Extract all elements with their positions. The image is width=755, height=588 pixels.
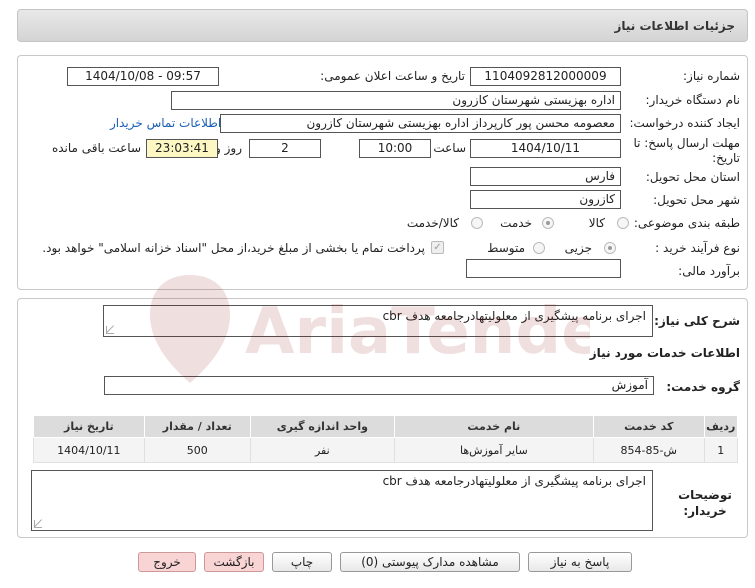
col-header-unit: واحد اندازه گیری [249,415,395,438]
table-header-row: ردیف کد خدمت نام خدمت واحد اندازه گیری ت… [33,415,739,438]
treasury-payment-note: پرداخت تمام یا بخشی از مبلغ خرید،از محل … [42,241,425,255]
resize-grip-icon[interactable] [106,326,114,334]
cell-row-number: 1 [703,437,739,463]
description-text: اجرای برنامه پیشگیری از معلولیتهادرجامعه… [382,309,646,323]
buyer-org-label: نام دستگاه خریدار: [645,93,741,107]
treasury-payment-checkbox[interactable]: ✓ [431,241,444,254]
category-radio-goods[interactable] [617,217,629,229]
service-group-field[interactable]: آموزش [104,376,654,395]
remaining-time-label: ساعت باقی مانده [51,141,141,155]
col-header-service-name: نام خدمت [393,415,594,438]
buyer-notes-label-text: توضیحات خریدار: [678,488,732,518]
cell-quantity: 500 [143,437,251,463]
financial-estimate-field[interactable] [466,259,621,278]
services-table: ردیف کد خدمت نام خدمت واحد اندازه گیری ت… [33,415,739,463]
financial-estimate-label: برآورد مالی: [678,264,740,278]
cell-need-date: 1404/10/11 [33,437,145,463]
view-attachments-button[interactable]: مشاهده مدارک پیوستی (0) [340,552,520,572]
description-label: شرح کلی نیاز: [654,314,740,328]
category-label: طبقه بندی موضوعی: [633,216,740,230]
process-radio-minor[interactable] [604,242,616,254]
services-section-title: اطلاعات خدمات مورد نیاز [589,346,740,360]
category-radio-goods-service[interactable] [471,217,483,229]
process-label: نوع فرآیند خرید : [655,241,740,255]
need-number-label: شماره نیاز: [683,69,740,83]
city-field[interactable]: کازرون [470,190,621,209]
process-option-medium: متوسط [487,241,525,255]
category-radio-service[interactable] [542,217,554,229]
resize-grip-icon[interactable] [34,520,42,528]
deadline-time-label: ساعت [433,141,466,155]
col-header-need-date: تاریخ نیاز [33,415,145,438]
remaining-time-field: 23:03:41 [146,139,218,158]
col-header-row-number: ردیف [703,415,739,438]
page-header: جزئیات اطلاعات نیاز [17,9,748,42]
cell-unit: نفر [249,437,395,463]
deadline-time-field[interactable]: 10:00 [359,139,431,158]
process-radio-medium[interactable] [533,242,545,254]
print-button[interactable]: چاپ [272,552,332,572]
page-title: جزئیات اطلاعات نیاز [614,19,735,33]
city-label: شهر محل تحویل: [653,193,740,207]
province-label: استان محل تحویل: [645,170,740,184]
creator-field[interactable]: معصومه محسن پور کارپرداز اداره بهزیستی ش… [220,114,621,133]
need-number-field[interactable]: 1104092812000009 [470,67,621,86]
deadline-label: مهلت ارسال پاسخ: تا تاریخ: [630,136,740,166]
category-option-service: خدمت [500,216,532,230]
province-field[interactable]: فارس [470,167,621,186]
col-header-service-code: کد خدمت [592,415,705,438]
deadline-date-field[interactable]: 1404/10/11 [470,139,621,158]
announce-date-field[interactable]: 1404/10/08 - 09:57 [67,67,219,86]
days-remaining-field[interactable]: 2 [249,139,321,158]
process-option-minor: جزیی [564,241,592,255]
buyer-notes-text: اجرای برنامه پیشگیری از معلولیتهادرجامعه… [382,474,646,488]
days-label: روز و [215,141,242,155]
table-row[interactable]: 1 ش-85-854 سایر آموزش‌ها نفر 500 1404/10… [33,437,739,463]
buyer-notes-textarea[interactable]: اجرای برنامه پیشگیری از معلولیتهادرجامعه… [31,470,653,531]
description-textarea[interactable]: اجرای برنامه پیشگیری از معلولیتهادرجامعه… [103,305,653,337]
service-group-label: گروه خدمت: [666,380,740,394]
category-option-goods: کالا [588,216,605,230]
buyer-org-field[interactable]: اداره بهزیستی شهرستان کازرون [171,91,621,110]
back-button[interactable]: بازگشت [204,552,264,572]
announce-date-label: تاریخ و ساعت اعلان عمومی: [320,69,465,83]
exit-button[interactable]: خروج [138,552,196,572]
deadline-label-text: مهلت ارسال پاسخ: تا تاریخ: [633,136,740,165]
contact-info-link[interactable]: اطلاعات تماس خریدار [110,116,221,130]
cell-service-name: سایر آموزش‌ها [393,437,594,463]
category-option-goods-service: کالا/خدمت [406,216,459,230]
buyer-notes-label: توضیحات خریدار: [670,487,740,519]
col-header-quantity: تعداد / مقدار [143,415,251,438]
creator-label: ایجاد کننده درخواست: [629,116,740,130]
reply-button[interactable]: پاسخ به نیاز [528,552,632,572]
cell-service-code: ش-85-854 [592,437,705,463]
